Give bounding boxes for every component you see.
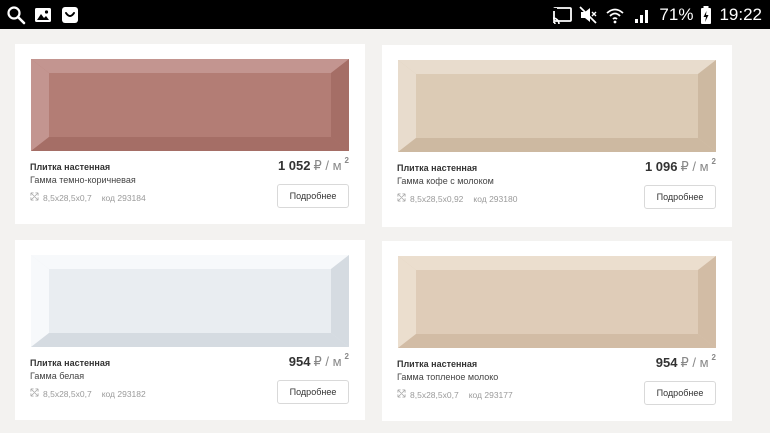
search-icon[interactable] xyxy=(6,5,26,25)
tile-image[interactable] xyxy=(398,256,716,348)
product-price: 1 096 ₽ / м 2 xyxy=(644,157,716,175)
status-bar-right: 71% 19:22 xyxy=(551,4,762,25)
product-code: код 293177 xyxy=(468,389,513,400)
product-size: 8,5x28,5x0,7 xyxy=(410,389,459,400)
price-value: 954 xyxy=(655,355,678,370)
resize-icon xyxy=(397,389,406,400)
product-code: код 293182 xyxy=(101,388,146,399)
price-unit-sup: 2 xyxy=(711,353,716,362)
mute-icon xyxy=(578,5,598,25)
product-name[interactable]: Плитка настенная xyxy=(30,358,110,368)
details-button[interactable]: Подробнее xyxy=(644,185,716,209)
tile-image-graphic xyxy=(398,60,716,152)
status-bar: 71% 19:22 xyxy=(0,0,770,29)
battery-charging-icon xyxy=(700,5,712,25)
price-unit-sup: 2 xyxy=(344,352,349,361)
details-button[interactable]: Подробнее xyxy=(277,184,349,208)
price-value: 954 xyxy=(288,354,311,369)
product-collection[interactable]: Гамма кофе с молоком xyxy=(397,176,494,186)
product-name[interactable]: Плитка настенная xyxy=(30,162,110,172)
wifi-icon xyxy=(605,5,625,25)
resize-icon xyxy=(30,388,39,399)
product-card[interactable]: Плитка настенная Гамма кофе с молоком 8,… xyxy=(382,45,732,227)
product-meta: 8,5x28,5x0,7 код 293184 xyxy=(30,192,146,203)
product-size: 8,5x28,5x0,92 xyxy=(410,193,464,204)
price-unit: ₽ / м xyxy=(313,354,342,369)
price-value: 1 096 xyxy=(644,159,678,174)
product-grid: Плитка настенная Гамма темно-коричневая … xyxy=(0,29,770,433)
product-meta: 8,5x28,5x0,7 код 293182 xyxy=(30,388,146,399)
product-code: код 293184 xyxy=(101,192,146,203)
tile-image[interactable] xyxy=(31,255,349,347)
product-price: 954 ₽ / м 2 xyxy=(655,353,716,371)
tile-image-graphic xyxy=(31,59,349,151)
product-meta: 8,5x28,5x0,92 код 293180 xyxy=(397,193,517,204)
product-collection[interactable]: Гамма темно-коричневая xyxy=(30,175,136,185)
price-unit: ₽ / м xyxy=(313,158,342,173)
clock-time: 19:22 xyxy=(719,4,762,24)
product-card[interactable]: Плитка настенная Гамма топленое молоко 8… xyxy=(382,241,732,421)
price-value: 1 052 xyxy=(277,158,311,173)
product-price: 954 ₽ / м 2 xyxy=(288,352,349,370)
resize-icon xyxy=(397,193,406,204)
resize-icon xyxy=(30,192,39,203)
product-meta: 8,5x28,5x0,7 код 293177 xyxy=(397,389,513,400)
product-name[interactable]: Плитка настенная xyxy=(397,163,477,173)
product-code: код 293180 xyxy=(473,193,518,204)
tile-image-graphic xyxy=(398,256,716,348)
price-unit-sup: 2 xyxy=(711,157,716,166)
tile-image[interactable] xyxy=(398,60,716,152)
status-bar-left xyxy=(6,5,80,25)
price-unit: ₽ / м xyxy=(680,355,709,370)
signal-icon xyxy=(632,5,652,25)
product-card[interactable]: Плитка настенная Гамма белая 8,5x28,5x0,… xyxy=(15,240,365,420)
product-collection[interactable]: Гамма белая xyxy=(30,371,84,381)
gallery-icon xyxy=(33,5,53,25)
tile-image[interactable] xyxy=(31,59,349,151)
price-unit: ₽ / м xyxy=(680,159,709,174)
product-size: 8,5x28,5x0,7 xyxy=(43,388,92,399)
product-card[interactable]: Плитка настенная Гамма темно-коричневая … xyxy=(15,44,365,224)
cast-icon xyxy=(551,5,573,25)
shopping-bag-icon xyxy=(60,5,80,25)
details-button[interactable]: Подробнее xyxy=(277,380,349,404)
details-button[interactable]: Подробнее xyxy=(644,381,716,405)
tile-image-graphic xyxy=(31,255,349,347)
product-name[interactable]: Плитка настенная xyxy=(397,359,477,369)
price-unit-sup: 2 xyxy=(344,156,349,165)
product-collection[interactable]: Гамма топленое молоко xyxy=(397,372,498,382)
product-size: 8,5x28,5x0,7 xyxy=(43,192,92,203)
battery-percent: 71% xyxy=(659,4,694,24)
product-price: 1 052 ₽ / м 2 xyxy=(277,156,349,174)
